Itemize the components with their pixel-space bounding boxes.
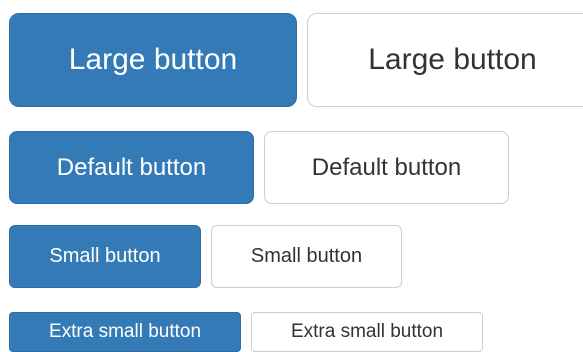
small-button-row: Small button Small button — [9, 225, 402, 288]
small-default-button[interactable]: Small button — [211, 225, 402, 288]
small-primary-button[interactable]: Small button — [9, 225, 201, 288]
extra-small-primary-button[interactable]: Extra small button — [9, 312, 241, 352]
large-button-row: Large button Large button — [9, 13, 583, 107]
large-primary-button[interactable]: Large button — [9, 13, 297, 107]
large-default-button[interactable]: Large button — [307, 13, 583, 107]
default-primary-button[interactable]: Default button — [9, 131, 254, 204]
default-default-button[interactable]: Default button — [264, 131, 509, 204]
default-button-row: Default button Default button — [9, 131, 509, 204]
extra-small-button-row: Extra small button Extra small button — [9, 312, 483, 352]
extra-small-default-button[interactable]: Extra small button — [251, 312, 483, 352]
